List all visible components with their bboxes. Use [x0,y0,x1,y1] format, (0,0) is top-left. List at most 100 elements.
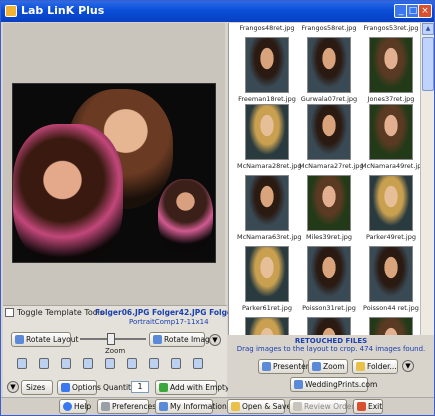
align-center-icon[interactable] [39,358,49,369]
exit-icon [357,402,366,411]
chevron-down-icon[interactable]: ▼ [209,334,221,346]
thumbnail-caption: Frangos48ret.jpg [239,24,295,32]
layout-preview-area [3,23,225,305]
thumbnail-image[interactable] [307,246,351,302]
thumbnail-image[interactable] [369,37,413,93]
my-information-label: My Information [170,402,227,411]
weddingprints-button[interactable]: WeddingPrints.com [290,377,377,392]
folder-heading: RETOUCHED FILES [294,337,368,345]
thumbnail-item[interactable]: McNamara49ret.jpg [361,104,426,171]
align-middle-icon[interactable] [105,358,115,369]
thumbnail-image[interactable] [307,37,351,93]
folder-label: Folder... [367,362,397,371]
thumbnail-image[interactable] [245,175,289,231]
fit-icon[interactable] [193,358,203,369]
align-bottom-icon[interactable] [127,358,137,369]
close-button[interactable]: × [418,4,432,18]
chevron-down-icon[interactable]: ▼ [402,360,414,372]
thumbnail-item[interactable]: Parker49ret.jpg [361,175,421,242]
zoom-button-label: Zoom [323,362,345,371]
thumbnail-image[interactable] [245,317,289,335]
thumbnail-item[interactable]: McNamara28ret.jpg [237,104,302,171]
thumbnail-item[interactable]: Freeman18ret.jpg [237,37,297,104]
add-with-empty-label: Add with Empty [170,383,230,392]
rotate-layout-button[interactable]: Rotate Layout [11,332,78,347]
align-top-icon[interactable] [83,358,93,369]
thumbnail-image[interactable] [307,317,351,335]
thumbnail-image[interactable] [369,104,413,160]
presenter-button[interactable]: Presenter [258,359,309,374]
thumbnail-image[interactable] [245,37,289,93]
my-information-button[interactable]: My Information [155,399,227,414]
thumbnail-caption: Gurwala07ret.jpg [300,95,358,103]
rotate-layout-label: Rotate Layout [26,335,79,344]
rotate-layout-icon [15,335,24,344]
help-label: Help [74,402,92,411]
thumbnail-image[interactable] [245,246,289,302]
thumbnail-item[interactable] [299,317,359,335]
scrollbar-thumb[interactable] [422,37,434,91]
thumbnail-caption: Frangos53ret.jpg [363,24,419,32]
review-order-label: Review Order [304,402,355,411]
template-tools-panel: Toggle Template Tools Folger06.JPG Folge… [3,305,264,397]
thumbnail-caption: Frangos58ret.jpg [301,24,357,32]
options-button[interactable]: Options [57,380,101,395]
thumbnail-caption: McNamara28ret.jpg [237,162,302,170]
sizes-label: Sizes [26,383,46,392]
review-order-icon [293,402,302,411]
thumbnail-image[interactable] [369,317,413,335]
align-left-icon[interactable] [17,358,27,369]
open-save-button[interactable]: Open & Save [227,399,291,414]
thumbnail-caption: Jones37ret.jpg [367,95,415,103]
thumbnail-scrollbar[interactable]: ▲ [420,23,434,335]
sizes-button[interactable]: Sizes [21,380,53,395]
my-information-icon [159,402,168,411]
thumbnail-image[interactable] [369,246,413,302]
open-save-label: Open & Save [242,402,292,411]
resize-icon[interactable] [171,358,181,369]
thumbnail-item[interactable] [237,317,297,335]
template-name: PortraitComp17-11x14 [129,318,209,326]
folder-button[interactable]: Folder... [352,359,398,374]
thumbnail-item[interactable]: Jones37ret.jpg [361,37,421,104]
title-bar: Lab LinK Plus _ □ × [1,1,434,22]
thumbnail-image[interactable] [307,104,351,160]
composite-layout-canvas[interactable] [12,83,216,263]
distribute-icon[interactable] [149,358,159,369]
thumbnail-image[interactable] [369,175,413,231]
layout-photo-slot-2[interactable] [13,124,123,262]
sizes-dropdown-icon[interactable]: ▼ [7,381,19,393]
weddingprints-icon [294,380,303,389]
exit-button[interactable]: Exit [353,399,383,414]
zoom-slider[interactable] [80,332,146,346]
quantity-field[interactable]: 1 [131,381,149,393]
layout-photo-slot-3[interactable] [158,179,213,254]
zoom-icon [312,362,321,371]
thumbnail-item[interactable]: Parker61ret.jpg [237,246,297,313]
zoom-button[interactable]: Zoom [308,359,348,374]
rotate-image-button[interactable]: Rotate Image [149,332,214,347]
help-button[interactable]: Help [59,399,91,414]
thumbnail-item[interactable]: Miles39ret.jpg [299,175,359,242]
toggle-icon [5,308,14,317]
thumbnail-item[interactable]: McNamara27ret.jpg [299,104,364,171]
template-icon-toolbar [17,358,217,370]
thumbnail-item[interactable]: Gurwala07ret.jpg [299,37,359,104]
review-order-button[interactable]: Review Order [289,399,354,414]
zoom-label: Zoom [105,347,126,355]
scroll-up-icon[interactable]: ▲ [422,23,434,35]
thumbnail-item[interactable]: Poisson44 ret.jpg [361,246,421,313]
drag-hint: Drag images to the layout to crop. 474 i… [236,345,426,353]
thumbnail-image[interactable] [245,104,289,160]
thumbnail-image[interactable] [307,175,351,231]
thumbnail-item[interactable]: McNamara63ret.jpg [237,175,301,242]
preferences-button[interactable]: Preferences [97,399,156,414]
zoom-slider-knob[interactable] [107,333,115,345]
add-with-empty-button[interactable]: Add with Empty [155,380,229,395]
thumbnail-item[interactable] [361,317,421,335]
thumbnail-caption: McNamara27ret.jpg [299,162,364,170]
toggle-template-tools[interactable]: Toggle Template Tools [5,308,104,322]
align-right-icon[interactable] [61,358,71,369]
thumbnail-item[interactable]: Poisson31ret.jpg [299,246,359,313]
thumbnail-caption: McNamara49ret.jpg [361,162,426,170]
